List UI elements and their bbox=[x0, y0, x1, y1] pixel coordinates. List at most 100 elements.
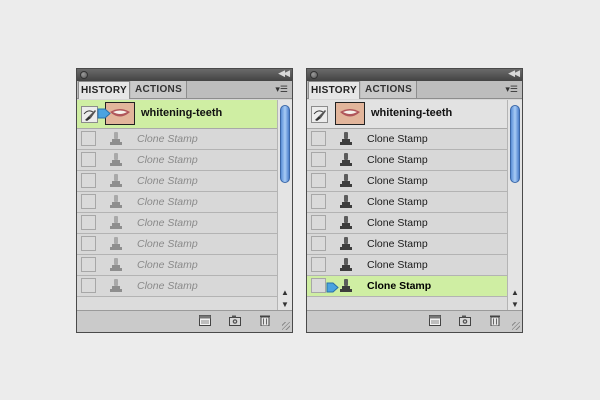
history-step-row[interactable]: Clone Stamp bbox=[77, 234, 278, 255]
clone-stamp-icon bbox=[338, 152, 354, 173]
history-step-row[interactable]: Clone Stamp bbox=[307, 171, 508, 192]
history-step-row[interactable]: Clone Stamp bbox=[307, 129, 508, 150]
history-step-label: Clone Stamp bbox=[367, 238, 428, 250]
panel-bottom-bar bbox=[77, 310, 292, 332]
snapshot-thumbnail[interactable] bbox=[335, 102, 365, 125]
close-icon[interactable] bbox=[80, 71, 88, 79]
clone-stamp-icon bbox=[108, 278, 124, 299]
clone-stamp-icon bbox=[338, 173, 354, 194]
history-step-label: Clone Stamp bbox=[367, 280, 432, 292]
tab-actions[interactable]: ACTIONS bbox=[361, 81, 417, 98]
history-step-row[interactable]: Clone Stamp bbox=[307, 192, 508, 213]
snapshot-source-checkbox[interactable] bbox=[81, 278, 96, 293]
history-step-label: Clone Stamp bbox=[367, 133, 428, 145]
snapshot-source-checkbox[interactable] bbox=[311, 278, 326, 293]
history-step-row[interactable]: Clone Stamp bbox=[307, 150, 508, 171]
history-step-row[interactable]: Clone Stamp bbox=[307, 213, 508, 234]
history-step-label: Clone Stamp bbox=[367, 154, 428, 166]
history-step-label: Clone Stamp bbox=[367, 259, 428, 271]
snapshot-source-checkbox[interactable] bbox=[81, 194, 96, 209]
scrollbar[interactable]: ▲ ▼ bbox=[277, 100, 292, 312]
history-brush-icon[interactable] bbox=[311, 106, 328, 123]
clone-stamp-icon bbox=[108, 194, 124, 215]
snapshot-source-checkbox[interactable] bbox=[81, 215, 96, 230]
scroll-up-arrow-icon[interactable]: ▲ bbox=[511, 288, 519, 297]
history-step-label: Clone Stamp bbox=[137, 133, 198, 145]
close-icon[interactable] bbox=[310, 71, 318, 79]
tab-bar: HISTORY ACTIONS ▾☰ bbox=[307, 81, 522, 99]
history-step-label: Clone Stamp bbox=[367, 196, 428, 208]
clone-stamp-icon bbox=[108, 236, 124, 257]
panel-menu-icon[interactable]: ▾☰ bbox=[505, 84, 518, 95]
snapshot-row[interactable]: whitening-teeth bbox=[77, 100, 278, 129]
history-list: whitening-teeth Clone Stamp Clone Stamp Cl… bbox=[307, 100, 508, 312]
camera-icon[interactable] bbox=[229, 315, 241, 326]
history-step-row[interactable]: Clone Stamp bbox=[77, 129, 278, 150]
scrollbar-thumb[interactable] bbox=[510, 105, 520, 183]
snapshot-source-checkbox[interactable] bbox=[311, 131, 326, 146]
history-step-label: Clone Stamp bbox=[137, 217, 198, 229]
camera-icon[interactable] bbox=[459, 315, 471, 326]
snapshot-source-checkbox[interactable] bbox=[311, 257, 326, 272]
snapshot-source-checkbox[interactable] bbox=[81, 257, 96, 272]
history-step-row[interactable]: Clone Stamp bbox=[77, 213, 278, 234]
snapshot-source-checkbox[interactable] bbox=[311, 236, 326, 251]
tab-bar: HISTORY ACTIONS ▾☰ bbox=[77, 81, 292, 99]
history-step-label: Clone Stamp bbox=[137, 259, 198, 271]
panel-titlebar: ◀◀ bbox=[307, 68, 522, 81]
tab-actions[interactable]: ACTIONS bbox=[131, 81, 187, 98]
history-list: whitening-teeth Clone Stamp Clone Stamp Cl… bbox=[77, 100, 278, 312]
new-document-from-state-icon[interactable] bbox=[199, 315, 211, 326]
resize-grip[interactable] bbox=[282, 322, 290, 330]
resize-grip[interactable] bbox=[512, 322, 520, 330]
snapshot-label: whitening-teeth bbox=[371, 107, 453, 119]
snapshot-row[interactable]: whitening-teeth bbox=[307, 100, 508, 129]
history-step-row[interactable]: Clone Stamp bbox=[77, 276, 278, 297]
scrollbar[interactable]: ▲ ▼ bbox=[507, 100, 522, 312]
clone-stamp-icon bbox=[108, 173, 124, 194]
collapse-icon[interactable]: ◀◀ bbox=[278, 68, 290, 79]
history-brush-icon[interactable] bbox=[81, 106, 98, 123]
history-panel-left: ◀◀ HISTORY ACTIONS ▾☰ whitening-teeth Cl… bbox=[76, 68, 293, 333]
clone-stamp-icon bbox=[108, 257, 124, 278]
history-step-row[interactable]: Clone Stamp bbox=[77, 171, 278, 192]
panel-menu-icon[interactable]: ▾☰ bbox=[275, 84, 288, 95]
clone-stamp-icon bbox=[108, 131, 124, 152]
clone-stamp-icon bbox=[108, 215, 124, 236]
clone-stamp-icon bbox=[338, 278, 354, 299]
clone-stamp-icon bbox=[338, 194, 354, 215]
history-step-row[interactable]: Clone Stamp bbox=[307, 276, 508, 297]
history-step-label: Clone Stamp bbox=[367, 175, 428, 187]
history-step-label: Clone Stamp bbox=[137, 238, 198, 250]
history-step-row[interactable]: Clone Stamp bbox=[77, 150, 278, 171]
history-step-row[interactable]: Clone Stamp bbox=[77, 192, 278, 213]
trash-icon[interactable] bbox=[489, 315, 501, 326]
scroll-down-arrow-icon[interactable]: ▼ bbox=[281, 300, 289, 309]
scroll-up-arrow-icon[interactable]: ▲ bbox=[281, 288, 289, 297]
snapshot-source-checkbox[interactable] bbox=[311, 194, 326, 209]
history-step-row[interactable]: Clone Stamp bbox=[77, 255, 278, 276]
snapshot-source-checkbox[interactable] bbox=[311, 215, 326, 230]
snapshot-source-checkbox[interactable] bbox=[81, 152, 96, 167]
history-step-row[interactable]: Clone Stamp bbox=[307, 234, 508, 255]
clone-stamp-icon bbox=[338, 236, 354, 257]
snapshot-source-checkbox[interactable] bbox=[311, 173, 326, 188]
history-step-label: Clone Stamp bbox=[137, 154, 198, 166]
scroll-down-arrow-icon[interactable]: ▼ bbox=[511, 300, 519, 309]
tab-history[interactable]: HISTORY bbox=[308, 81, 360, 99]
snapshot-source-checkbox[interactable] bbox=[81, 173, 96, 188]
trash-icon[interactable] bbox=[259, 315, 271, 326]
state-marker-icon bbox=[97, 108, 111, 119]
snapshot-label: whitening-teeth bbox=[141, 107, 223, 119]
clone-stamp-icon bbox=[338, 257, 354, 278]
scrollbar-thumb[interactable] bbox=[280, 105, 290, 183]
history-step-label: Clone Stamp bbox=[137, 280, 198, 292]
history-step-label: Clone Stamp bbox=[137, 196, 198, 208]
snapshot-source-checkbox[interactable] bbox=[81, 236, 96, 251]
snapshot-source-checkbox[interactable] bbox=[81, 131, 96, 146]
tab-history[interactable]: HISTORY bbox=[78, 81, 130, 99]
collapse-icon[interactable]: ◀◀ bbox=[508, 68, 520, 79]
new-document-from-state-icon[interactable] bbox=[429, 315, 441, 326]
history-step-row[interactable]: Clone Stamp bbox=[307, 255, 508, 276]
snapshot-source-checkbox[interactable] bbox=[311, 152, 326, 167]
